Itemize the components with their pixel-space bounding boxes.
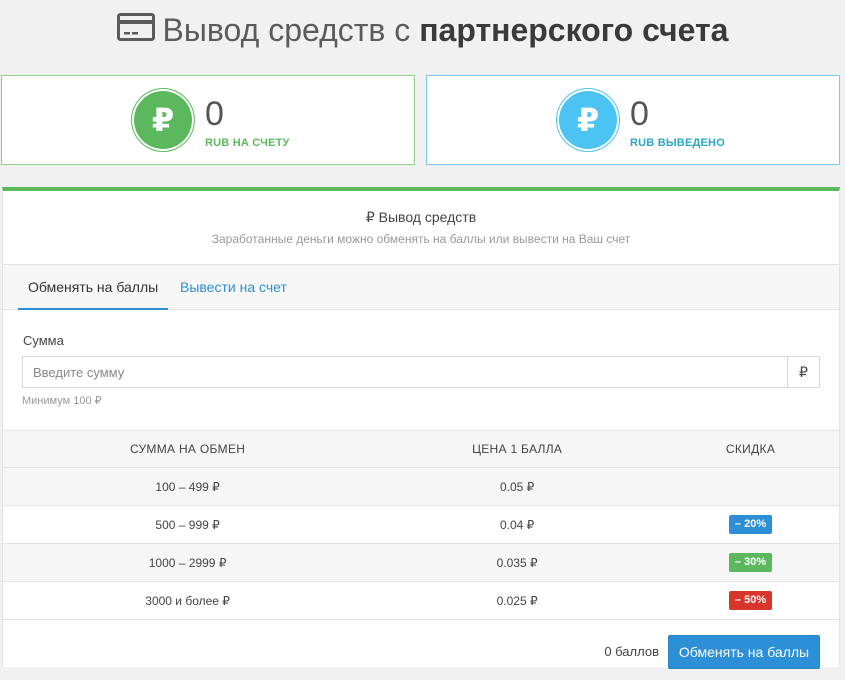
table-row: 100 – 499 ₽ 0.05 ₽ [3,467,839,506]
withdrawn-card: ₽ 0 RUB ВЫВЕДЕНО [426,75,840,165]
panel-subtitle: Заработанные деньги можно обменять на ба… [211,232,631,246]
row-discount: – 50% [662,581,839,620]
row-discount: – 30% [662,543,839,582]
amount-input[interactable] [23,357,787,387]
table-row: 3000 и более ₽ 0.025 ₽ – 50% [3,581,839,620]
ruble-icon: ₽ [559,91,617,149]
withdrawn-value: 0 [630,95,649,133]
page-title: Вывод средств с партнерского счета [0,10,845,53]
row-discount: – 20% [662,505,839,544]
discount-badge: – 50% [728,591,773,610]
panel-footer: 0 баллов Обменять на баллы [3,620,839,680]
panel-header: ₽ Вывод средств Заработанные деньги можн… [3,191,839,265]
row-price: 0.05 ₽ [372,467,663,506]
balance-label: RUB НА СЧЕТУ [205,137,290,149]
discount-badge: – 20% [728,515,773,534]
row-range: 500 – 999 ₽ [3,505,373,544]
points-total: 0 баллов [604,644,659,659]
amount-input-group: ₽ [22,356,820,388]
header-price: ЦЕНА 1 БАЛЛА [372,430,663,468]
page-title-text: Вывод средств с [162,12,420,48]
table-header-row: СУММА НА ОБМЕН ЦЕНА 1 БАЛЛА СКИДКА [3,430,839,468]
page-title-bold: партнерского счета [419,12,729,48]
discount-badge: – 30% [728,553,773,572]
header-discount: СКИДКА [662,430,839,468]
tab-exchange-points[interactable]: Обменять на баллы [18,265,169,310]
panel-title: ₽ Вывод средств [365,209,477,225]
balance-value: 0 [205,95,224,133]
row-range: 1000 – 2999 ₽ [3,543,373,582]
credit-card-icon [116,10,155,50]
ruble-addon: ₽ [787,357,819,387]
row-range: 3000 и более ₽ [3,581,373,620]
withdraw-panel: ₽ Вывод средств Заработанные деньги можн… [2,187,840,669]
amount-form: Сумма ₽ Минимум 100 ₽ [3,310,839,430]
row-discount [662,467,839,506]
table-row: 1000 – 2999 ₽ 0.035 ₽ – 30% [3,543,839,582]
table-row: 500 – 999 ₽ 0.04 ₽ – 20% [3,505,839,544]
row-range: 100 – 499 ₽ [3,467,373,506]
header-amount: СУММА НА ОБМЕН [3,430,373,468]
price-table: СУММА НА ОБМЕН ЦЕНА 1 БАЛЛА СКИДКА 100 –… [3,430,839,620]
minimum-hint: Минимум 100 ₽ [22,395,102,407]
tab-withdraw-account[interactable]: Вывести на счет [170,265,297,308]
withdrawn-label: RUB ВЫВЕДЕНО [630,137,725,149]
row-price: 0.04 ₽ [372,505,663,544]
amount-label: Сумма [23,333,64,348]
row-price: 0.035 ₽ [372,543,663,582]
ruble-icon: ₽ [134,91,192,149]
exchange-button[interactable]: Обменять на баллы [668,635,820,669]
tab-bar: Обменять на баллы Вывести на счет [3,265,839,310]
balance-card: ₽ 0 RUB НА СЧЕТУ [1,75,415,165]
row-price: 0.025 ₽ [372,581,663,620]
